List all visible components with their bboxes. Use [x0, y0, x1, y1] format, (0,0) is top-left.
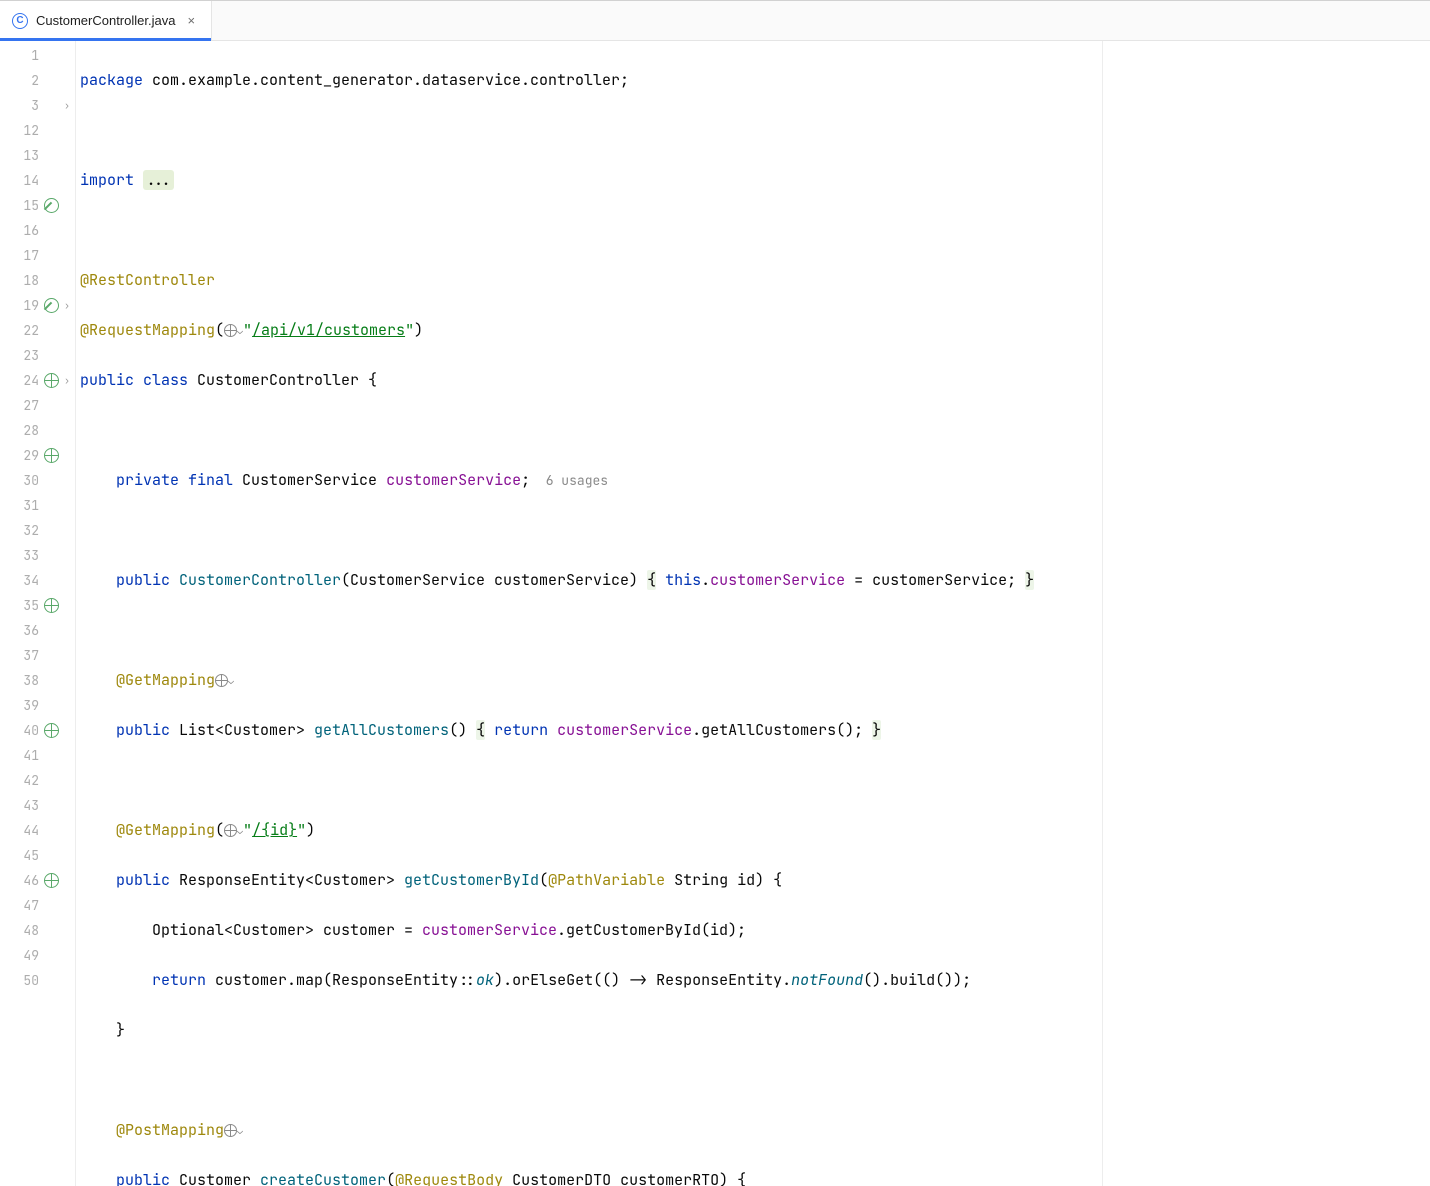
gutter-line[interactable]: 37: [0, 643, 75, 668]
globe-icon[interactable]: [224, 1124, 237, 1137]
code-line: public Customer createCustomer(@RequestB…: [80, 1168, 1430, 1186]
code-line: Optional<Customer> customer = customerSe…: [80, 918, 1430, 943]
code-line: public ResponseEntity<Customer> getCusto…: [80, 868, 1430, 893]
editor-window: C CustomerController.java × 123›12131415…: [0, 0, 1430, 1186]
gutter-line[interactable]: 39: [0, 693, 75, 718]
code-line: @GetMapping(⌄"/{id}"): [80, 818, 1430, 843]
code-line: return customer.map(ResponseEntity::ok).…: [80, 968, 1430, 993]
gutter-line[interactable]: 2: [0, 68, 75, 93]
globe-icon[interactable]: [224, 824, 237, 837]
fold-toggle-icon[interactable]: ›: [61, 300, 73, 312]
gutter-line[interactable]: 3›: [0, 93, 75, 118]
fold-marker[interactable]: ...: [143, 170, 174, 190]
gutter-line[interactable]: 33: [0, 543, 75, 568]
gutter-line[interactable]: 23: [0, 343, 75, 368]
gutter-line[interactable]: 38: [0, 668, 75, 693]
code-line: [80, 1068, 1430, 1093]
gutter: 123›1213141516171819›222324›272829303132…: [0, 41, 76, 1186]
code-line: public List<Customer> getAllCustomers() …: [80, 718, 1430, 743]
gutter-line[interactable]: 18: [0, 268, 75, 293]
gutter-line[interactable]: 36: [0, 618, 75, 643]
gutter-line[interactable]: 19›: [0, 293, 75, 318]
gutter-line[interactable]: 40: [0, 718, 75, 743]
code-line: public CustomerController(CustomerServic…: [80, 568, 1430, 593]
gutter-line[interactable]: 16: [0, 218, 75, 243]
run-icon[interactable]: [43, 198, 59, 214]
tab-title: CustomerController.java: [36, 13, 175, 28]
fold-toggle-icon[interactable]: ›: [61, 375, 73, 387]
code-line: [80, 518, 1430, 543]
gutter-line[interactable]: 32: [0, 518, 75, 543]
code-line: import ...: [80, 168, 1430, 193]
gutter-line[interactable]: 47: [0, 893, 75, 918]
close-icon[interactable]: ×: [183, 11, 199, 30]
gutter-line[interactable]: 34: [0, 568, 75, 593]
fold-toggle-icon[interactable]: ›: [61, 100, 73, 112]
code-line: @RestController: [80, 268, 1430, 293]
code-line: @PostMapping⌄: [80, 1118, 1430, 1143]
gutter-line[interactable]: 17: [0, 243, 75, 268]
code-line: [80, 768, 1430, 793]
gutter-line[interactable]: 29: [0, 443, 75, 468]
endpoint-icon[interactable]: [43, 448, 59, 464]
endpoint-icon[interactable]: [43, 598, 59, 614]
gutter-line[interactable]: 43: [0, 793, 75, 818]
code-line: private final CustomerService customerSe…: [80, 468, 1430, 493]
gutter-line[interactable]: 1: [0, 43, 75, 68]
code-line: public class CustomerController {: [80, 368, 1430, 393]
code-line: @GetMapping⌄: [80, 668, 1430, 693]
tab-customer-controller[interactable]: C CustomerController.java ×: [0, 1, 212, 40]
gutter-line[interactable]: 14: [0, 168, 75, 193]
gutter-line[interactable]: 42: [0, 768, 75, 793]
gutter-line[interactable]: 41: [0, 743, 75, 768]
globe-icon[interactable]: [224, 324, 237, 337]
endpoint-icon[interactable]: [43, 873, 59, 889]
gutter-line[interactable]: 45: [0, 843, 75, 868]
usages-hint[interactable]: 6 usages: [530, 472, 608, 489]
gutter-line[interactable]: 24›: [0, 368, 75, 393]
code-line: [80, 418, 1430, 443]
code-line: package com.example.content_generator.da…: [80, 68, 1430, 93]
gutter-line[interactable]: 15: [0, 193, 75, 218]
gutter-line[interactable]: 13: [0, 143, 75, 168]
globe-icon[interactable]: [215, 674, 228, 687]
gutter-line[interactable]: 50: [0, 968, 75, 993]
chevron-down-icon[interactable]: ⌄: [228, 668, 234, 693]
endpoint-icon[interactable]: [43, 723, 59, 739]
gutter-line[interactable]: 27: [0, 393, 75, 418]
gutter-line[interactable]: 44: [0, 818, 75, 843]
gutter-line[interactable]: 48: [0, 918, 75, 943]
gutter-line[interactable]: 31: [0, 493, 75, 518]
gutter-line[interactable]: 12: [0, 118, 75, 143]
code-line: @RequestMapping(⌄"/api/v1/customers"): [80, 318, 1430, 343]
code-line: }: [80, 1018, 1430, 1043]
gutter-line[interactable]: 35: [0, 593, 75, 618]
class-icon: C: [12, 13, 28, 29]
run-icon[interactable]: [43, 298, 59, 314]
chevron-down-icon[interactable]: ⌄: [237, 1118, 243, 1143]
tab-bar: C CustomerController.java ×: [0, 1, 1430, 41]
gutter-line[interactable]: 22: [0, 318, 75, 343]
gutter-line[interactable]: 30: [0, 468, 75, 493]
editor-body: 123›1213141516171819›222324›272829303132…: [0, 41, 1430, 1186]
code-area[interactable]: package com.example.content_generator.da…: [76, 41, 1430, 1186]
endpoint-icon[interactable]: [43, 373, 59, 389]
gutter-line[interactable]: 46: [0, 868, 75, 893]
code-line: [80, 118, 1430, 143]
code-line: [80, 218, 1430, 243]
gutter-line[interactable]: 49: [0, 943, 75, 968]
code-line: [80, 618, 1430, 643]
gutter-line[interactable]: 28: [0, 418, 75, 443]
